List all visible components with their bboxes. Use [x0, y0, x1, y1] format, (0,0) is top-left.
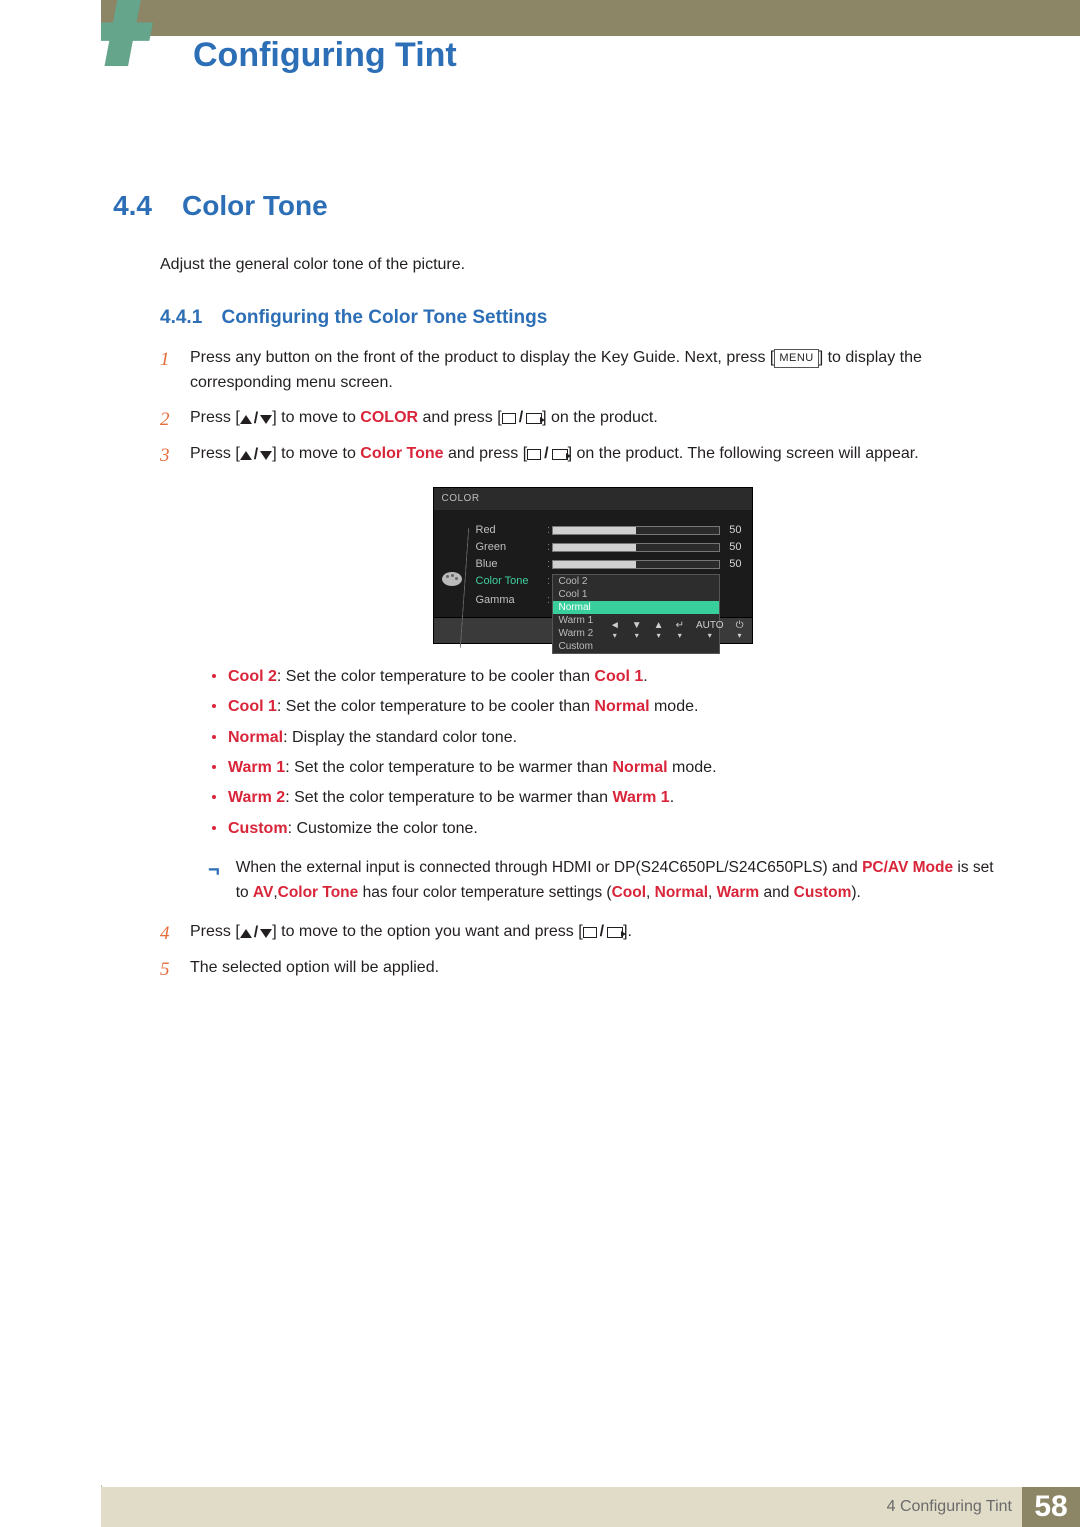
step-text: ] to move to the option you want and pre… [272, 923, 582, 940]
osd-slider [552, 526, 720, 535]
option-item: Normal: Display the standard color tone. [212, 723, 995, 753]
section-number: 4.4 [0, 190, 182, 222]
osd-rows: Red:50Green:50Blue:50Color Tone:Cool 2Co… [476, 522, 742, 609]
step-text: Press [ [190, 923, 240, 940]
osd-row-label: Green [476, 539, 546, 556]
osd-row-label: Gamma [476, 592, 546, 609]
osd-slider [552, 543, 720, 552]
step-text: and press [ [418, 409, 502, 426]
steps-list: Press any button on the front of the pro… [160, 346, 995, 991]
chapter-number-tab: 4 [101, 0, 191, 90]
osd-slider-row: Red:50 [476, 522, 742, 539]
option-item: Cool 2: Set the color temperature to be … [212, 662, 995, 692]
osd-nav-button: ⏻▾ [736, 621, 744, 640]
option-list: Cool 2: Set the color temperature to be … [212, 662, 995, 844]
osd-value: 50 [720, 556, 742, 573]
page-footer: 4 Configuring Tint 58 [101, 1487, 1080, 1527]
osd-body: Red:50Green:50Blue:50Color Tone:Cool 2Co… [434, 510, 752, 617]
section-title: Color Tone [182, 190, 328, 222]
chapter-number: 4 [101, 0, 146, 90]
keyword-colortone: Color Tone [360, 445, 443, 462]
option-item: Warm 2: Set the color temperature to be … [212, 783, 995, 813]
osd-slider [552, 560, 720, 569]
keyword-color: COLOR [360, 409, 418, 426]
page-number: 58 [1022, 1487, 1080, 1527]
osd-option: Normal [553, 601, 719, 614]
osd-value: 50 [720, 522, 742, 539]
step-text: ] on the product. [542, 409, 658, 426]
note-block: ¬ When the external input is connected t… [208, 856, 995, 906]
enter-icon: / [527, 442, 567, 467]
up-down-icon: / [240, 443, 272, 468]
footer-chapter-label: 4 Configuring Tint [887, 1498, 1012, 1516]
subsection-title: Configuring the Color Tone Settings [222, 307, 548, 328]
step-5: The selected option will be applied. [160, 956, 995, 981]
step-1: Press any button on the front of the pro… [160, 346, 995, 396]
osd-option: Custom [553, 640, 719, 653]
step-text: Press [ [190, 445, 240, 462]
osd-row-label: Color Tone [476, 573, 546, 590]
note-icon: ¬ [208, 856, 220, 906]
up-down-icon: / [240, 921, 272, 946]
osd-nav-button: ◄▾ [610, 621, 620, 640]
chapter-title: Configuring Tint [193, 36, 457, 75]
osd-colortone-row: Color Tone:Cool 2Cool 1NormalWarm 1Warm … [476, 573, 742, 654]
header-bar [101, 0, 1080, 36]
osd-option: Cool 2 [553, 575, 719, 588]
step-text: ] to move to [272, 409, 360, 426]
osd-row-label: Blue [476, 556, 546, 573]
osd-option: Cool 1 [553, 588, 719, 601]
step-text: ] to move to [272, 445, 360, 462]
step-2: Press [/] to move to COLOR and press [/]… [160, 406, 995, 432]
osd-slider-row: Green:50 [476, 539, 742, 556]
up-down-icon: / [240, 407, 272, 432]
note-text: When the external input is connected thr… [236, 856, 995, 906]
osd-nav-button: ▲▾ [654, 621, 664, 640]
osd-nav-button: ↵▾ [676, 621, 684, 640]
osd-dropdown: Cool 2Cool 1NormalWarm 1Warm 2Custom [552, 574, 720, 654]
step-text: ] on the product. The following screen w… [568, 445, 919, 462]
palette-icon [442, 572, 462, 586]
step-text: Press [ [190, 409, 240, 426]
menu-button-icon: MENU [774, 349, 818, 368]
osd-side [440, 522, 468, 609]
osd-nav-button: AUTO▾ [696, 621, 724, 640]
option-item: Custom: Customize the color tone. [212, 814, 995, 844]
step-text: and press [ [444, 445, 528, 462]
enter-icon: / [502, 406, 542, 431]
subsection-number: 4.4.1 [160, 307, 202, 328]
osd-title: COLOR [434, 488, 752, 510]
option-item: Cool 1: Set the color temperature to be … [212, 692, 995, 722]
osd-slider-row: Blue:50 [476, 556, 742, 573]
osd-screenshot: COLOR Red:50Green:50Blue:50Color Tone:Co… [433, 487, 753, 644]
step-3: Press [/] to move to Color Tone and pres… [160, 442, 995, 906]
section-heading: 4.4 Color Tone [0, 190, 1080, 222]
step-text: Press any button on the front of the pro… [190, 349, 774, 366]
option-item: Warm 1: Set the color temperature to be … [212, 753, 995, 783]
section-intro: Adjust the general color tone of the pic… [160, 256, 465, 274]
subsection-heading: 4.4.1 Configuring the Color Tone Setting… [160, 307, 547, 329]
osd-value: 50 [720, 539, 742, 556]
osd-row-label: Red [476, 522, 546, 539]
step-4: Press [/] to move to the option you want… [160, 920, 995, 946]
enter-icon: / [583, 920, 623, 945]
step-text: The selected option will be applied. [190, 959, 439, 976]
osd-nav-button: ▼▾ [632, 621, 642, 640]
